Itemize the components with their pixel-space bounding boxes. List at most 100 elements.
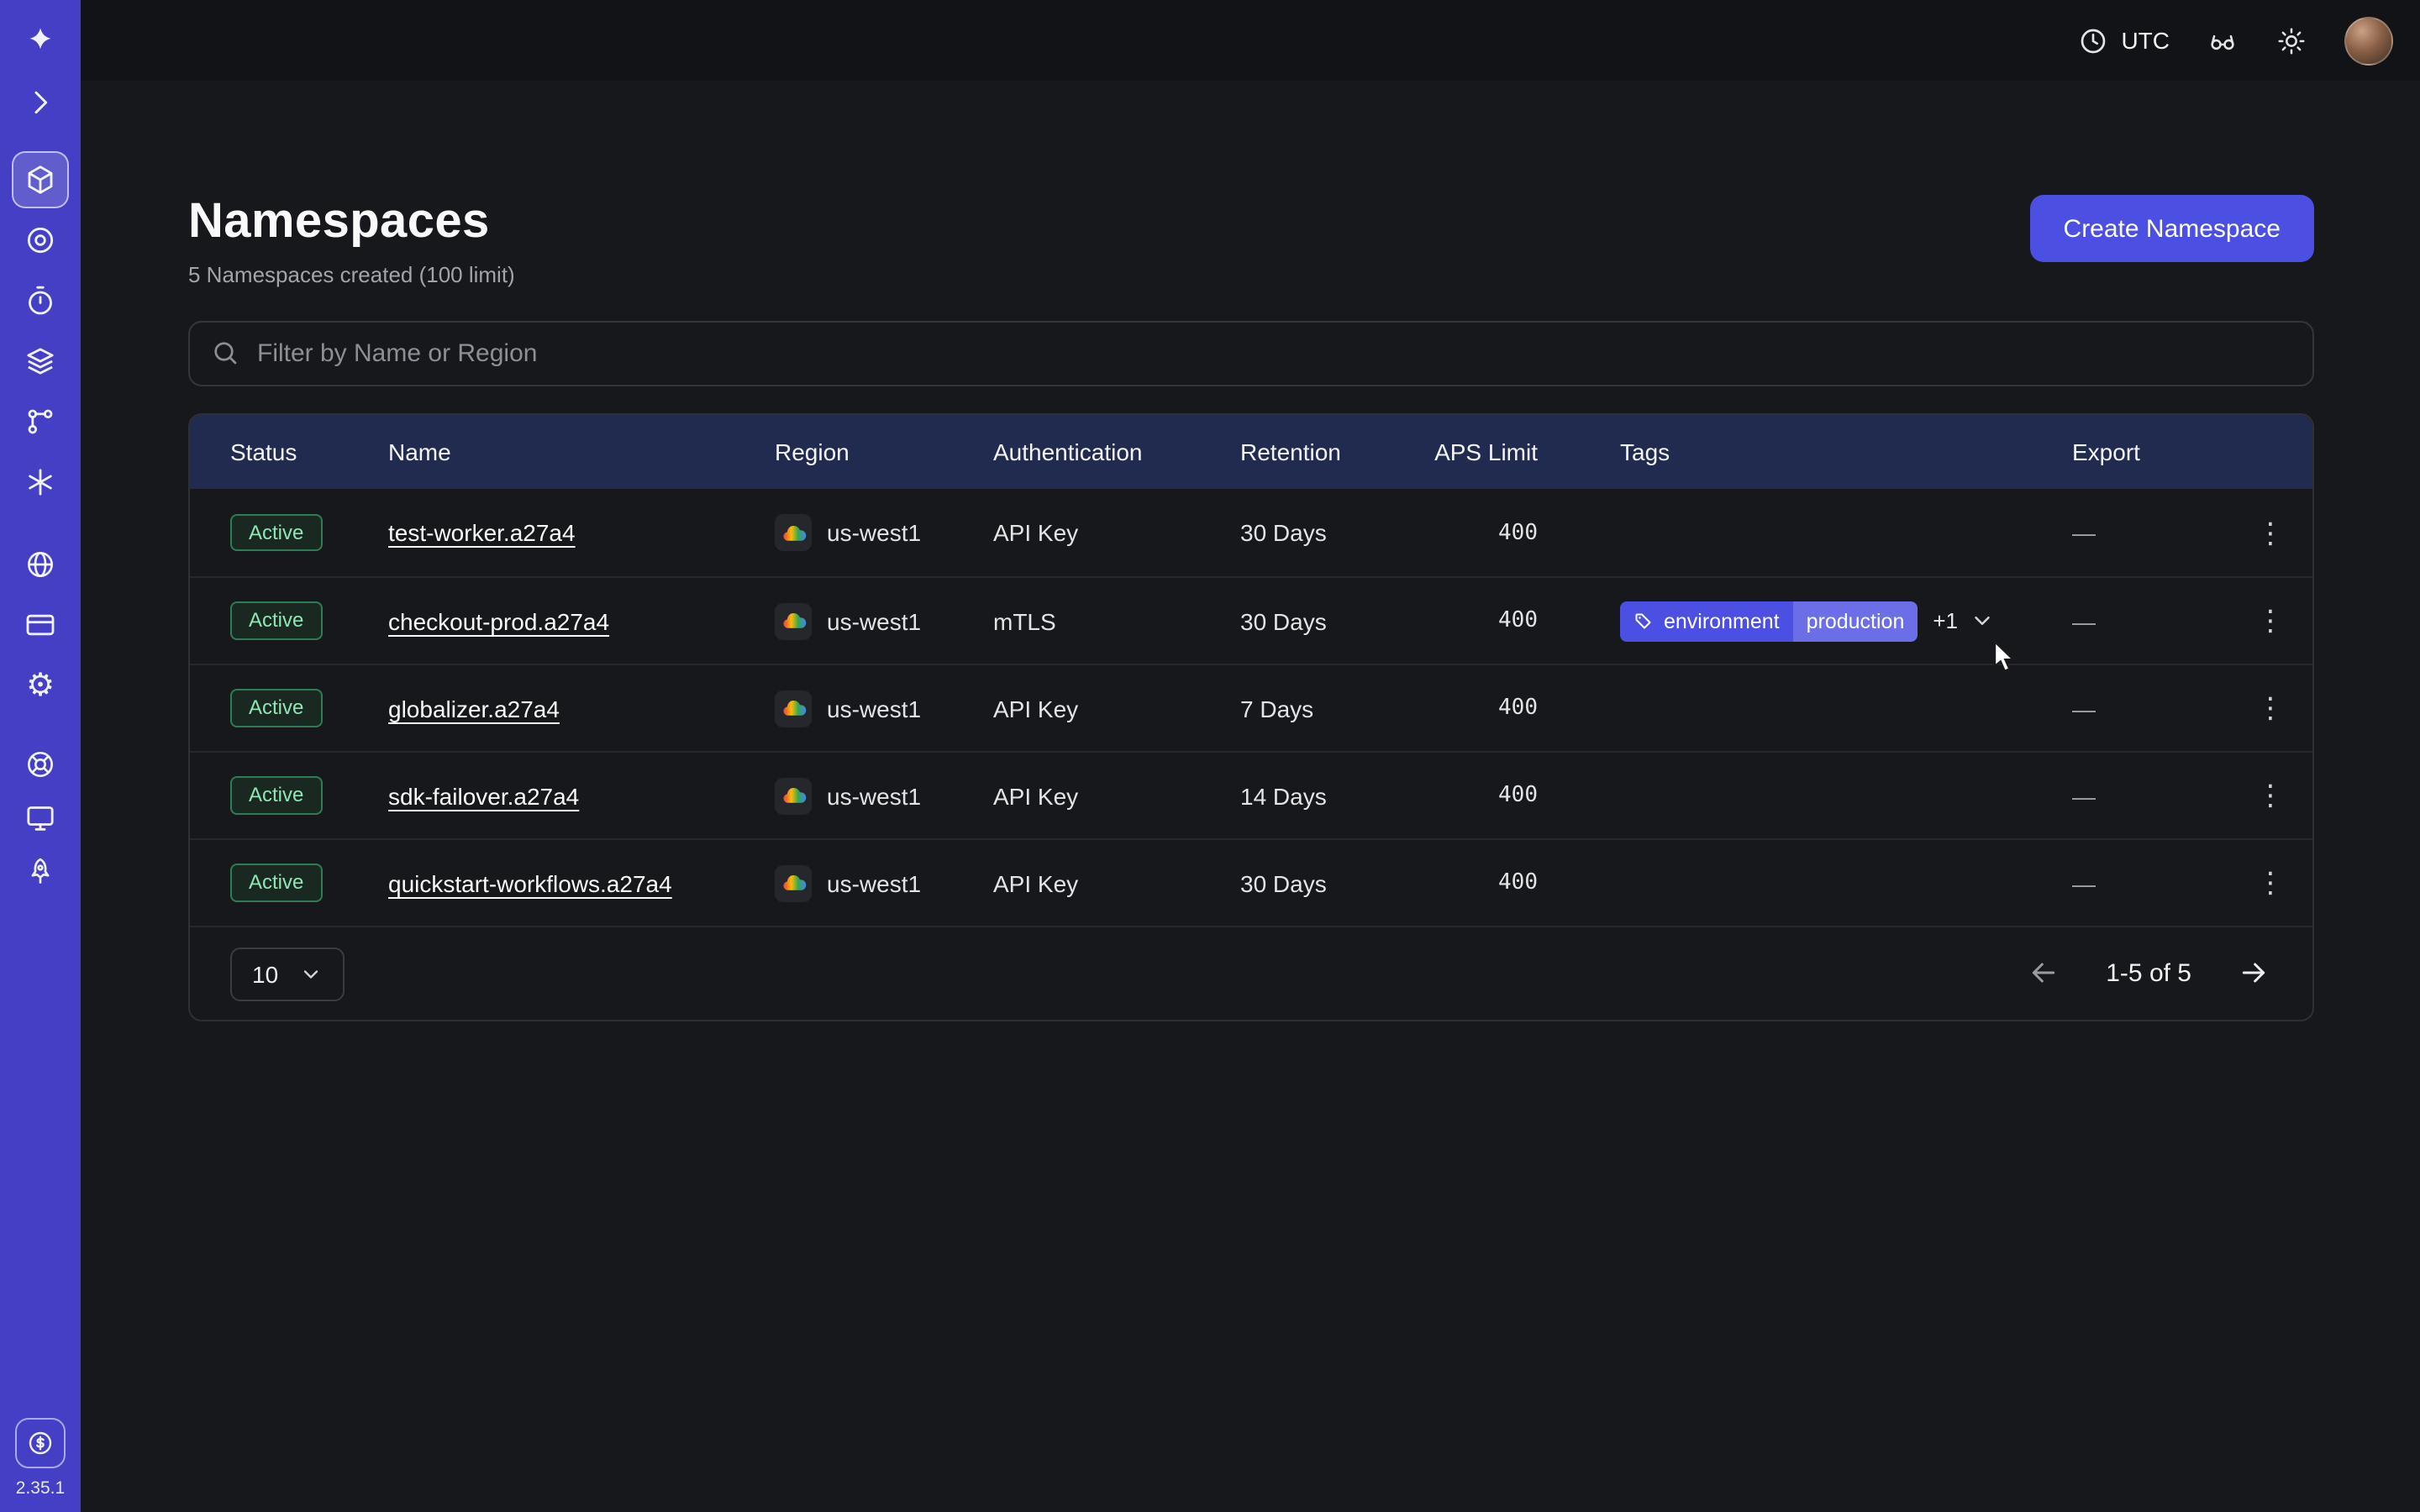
create-namespace-button[interactable]: Create Namespace: [2030, 195, 2314, 262]
filter-bar: [188, 321, 2314, 386]
main-content: Namespaces 5 Namespaces created (100 lim…: [81, 81, 2420, 1512]
theme-toggle-sun-icon[interactable]: [2275, 24, 2307, 56]
export-value: —: [2072, 607, 2227, 634]
sidebar-bottom: 2.35.1: [0, 1418, 81, 1499]
auth-label: API Key: [993, 695, 1240, 722]
sidebar-item-workflows[interactable]: [24, 223, 57, 257]
status-badge: Active: [230, 690, 322, 727]
retention-label: 30 Days: [1240, 869, 1422, 896]
aps-limit-value: 400: [1422, 870, 1538, 895]
export-value: —: [2072, 869, 2227, 896]
tag-pill[interactable]: environment production: [1620, 601, 1918, 641]
col-retention: Retention: [1240, 438, 1422, 465]
search-icon: [210, 338, 240, 368]
pagination-range: 1-5 of 5: [2106, 959, 2191, 988]
clock-icon: [2077, 24, 2109, 56]
export-value: —: [2072, 519, 2227, 546]
table-footer: 10 1-5 of 5: [190, 926, 2312, 1020]
page-size-select[interactable]: 10: [230, 947, 344, 1000]
sidebar-item-batch-operations[interactable]: [24, 344, 57, 378]
gcp-cloud-icon: [775, 777, 812, 814]
gear-icon: ⚙: [26, 669, 55, 701]
region-label: us-west1: [827, 782, 921, 809]
col-region: Region: [775, 438, 993, 465]
table-row: Active quickstart-workflows.a27a4 us-wes…: [190, 838, 2312, 926]
filter-input[interactable]: [188, 321, 2314, 386]
export-value: —: [2072, 695, 2227, 722]
export-value: —: [2072, 782, 2227, 809]
topbar: UTC: [81, 0, 2420, 81]
chevron-down-icon: [298, 962, 322, 985]
row-menu-button[interactable]: ⋮: [2247, 509, 2294, 556]
gcp-cloud-icon: [775, 690, 812, 727]
page-subtitle: 5 Namespaces created (100 limit): [188, 262, 515, 287]
page-size-value: 10: [252, 960, 278, 987]
tag-key: environment: [1664, 609, 1780, 633]
aps-limit-value: 400: [1422, 783, 1538, 808]
gcp-cloud-icon: [775, 602, 812, 639]
tag-icon: [1634, 611, 1654, 631]
retention-label: 14 Days: [1240, 782, 1422, 809]
status-badge: Active: [230, 864, 322, 902]
sidebar-item-regions[interactable]: [24, 548, 57, 581]
arrow-right-icon: [2237, 955, 2270, 989]
prev-page-button[interactable]: [2025, 955, 2062, 992]
namespaces-table: Status Name Region Authentication Retent…: [188, 413, 2314, 1021]
row-menu-button[interactable]: ⋮: [2247, 597, 2294, 644]
namespace-link[interactable]: quickstart-workflows.a27a4: [388, 869, 672, 896]
region-label: us-west1: [827, 519, 921, 546]
user-avatar[interactable]: [2344, 16, 2393, 65]
table-row: Active sdk-failover.a27a4 us-west1 API K…: [190, 751, 2312, 838]
gcp-cloud-icon: [775, 864, 812, 901]
namespace-link[interactable]: globalizer.a27a4: [388, 695, 560, 722]
aps-limit-value: 400: [1422, 696, 1538, 721]
cube-icon: [24, 163, 57, 197]
region-label: us-west1: [827, 869, 921, 896]
table-row: Active test-worker.a27a4 us-west1 API Ke…: [190, 489, 2312, 576]
sidebar-item-getting-started[interactable]: [24, 801, 57, 835]
sidebar-item-namespaces[interactable]: [12, 151, 69, 208]
timezone-label: UTC: [2121, 27, 2170, 54]
region-label: us-west1: [827, 607, 921, 634]
tags-chevron-down-icon[interactable]: [1970, 608, 1995, 633]
namespace-link[interactable]: test-worker.a27a4: [388, 519, 576, 546]
sidebar-item-nexus[interactable]: [24, 465, 57, 499]
row-menu-button[interactable]: ⋮: [2247, 772, 2294, 819]
status-badge: Active: [230, 514, 322, 552]
sidebar-expand-button[interactable]: [24, 86, 57, 119]
app-version: 2.35.1: [16, 1478, 65, 1499]
sidebar: ⚙ 2.35.1: [0, 0, 81, 1512]
col-status: Status: [190, 438, 388, 465]
arrow-left-icon: [2027, 955, 2060, 989]
retention-label: 30 Days: [1240, 607, 1422, 634]
row-menu-button[interactable]: ⋮: [2247, 859, 2294, 906]
namespace-link[interactable]: sdk-failover.a27a4: [388, 782, 579, 809]
glasses-icon[interactable]: [2207, 24, 2238, 56]
table-row: Active checkout-prod.a27a4 us-west1 mTLS…: [190, 576, 2312, 664]
auth-label: API Key: [993, 869, 1240, 896]
dollar-icon: [25, 1428, 55, 1458]
tags: environment production +1: [1620, 601, 2072, 641]
sidebar-item-billing[interactable]: [24, 608, 57, 642]
col-aps-limit: APS Limit: [1422, 438, 1538, 465]
region-label: us-west1: [827, 695, 921, 722]
table-body: Active test-worker.a27a4 us-west1 API Ke…: [190, 489, 2312, 926]
timezone-selector[interactable]: UTC: [2077, 24, 2170, 56]
sidebar-item-settings[interactable]: ⚙: [24, 669, 57, 702]
auth-label: API Key: [993, 782, 1240, 809]
retention-label: 30 Days: [1240, 519, 1422, 546]
aps-limit-value: 400: [1422, 608, 1538, 633]
table-header: Status Name Region Authentication Retent…: [190, 415, 2312, 489]
sidebar-item-quickstart[interactable]: [24, 855, 57, 889]
namespace-link[interactable]: checkout-prod.a27a4: [388, 607, 609, 634]
sidebar-item-worker-deployments[interactable]: [24, 405, 57, 438]
page-title: Namespaces: [188, 195, 515, 250]
sidebar-item-support[interactable]: [24, 748, 57, 781]
temporal-logo-icon: [24, 25, 57, 59]
tags-more[interactable]: +1: [1933, 608, 1958, 633]
usage-button[interactable]: [15, 1418, 66, 1468]
row-menu-button[interactable]: ⋮: [2247, 685, 2294, 732]
next-page-button[interactable]: [2235, 955, 2272, 992]
auth-label: mTLS: [993, 607, 1240, 634]
sidebar-item-schedules[interactable]: [24, 284, 57, 318]
